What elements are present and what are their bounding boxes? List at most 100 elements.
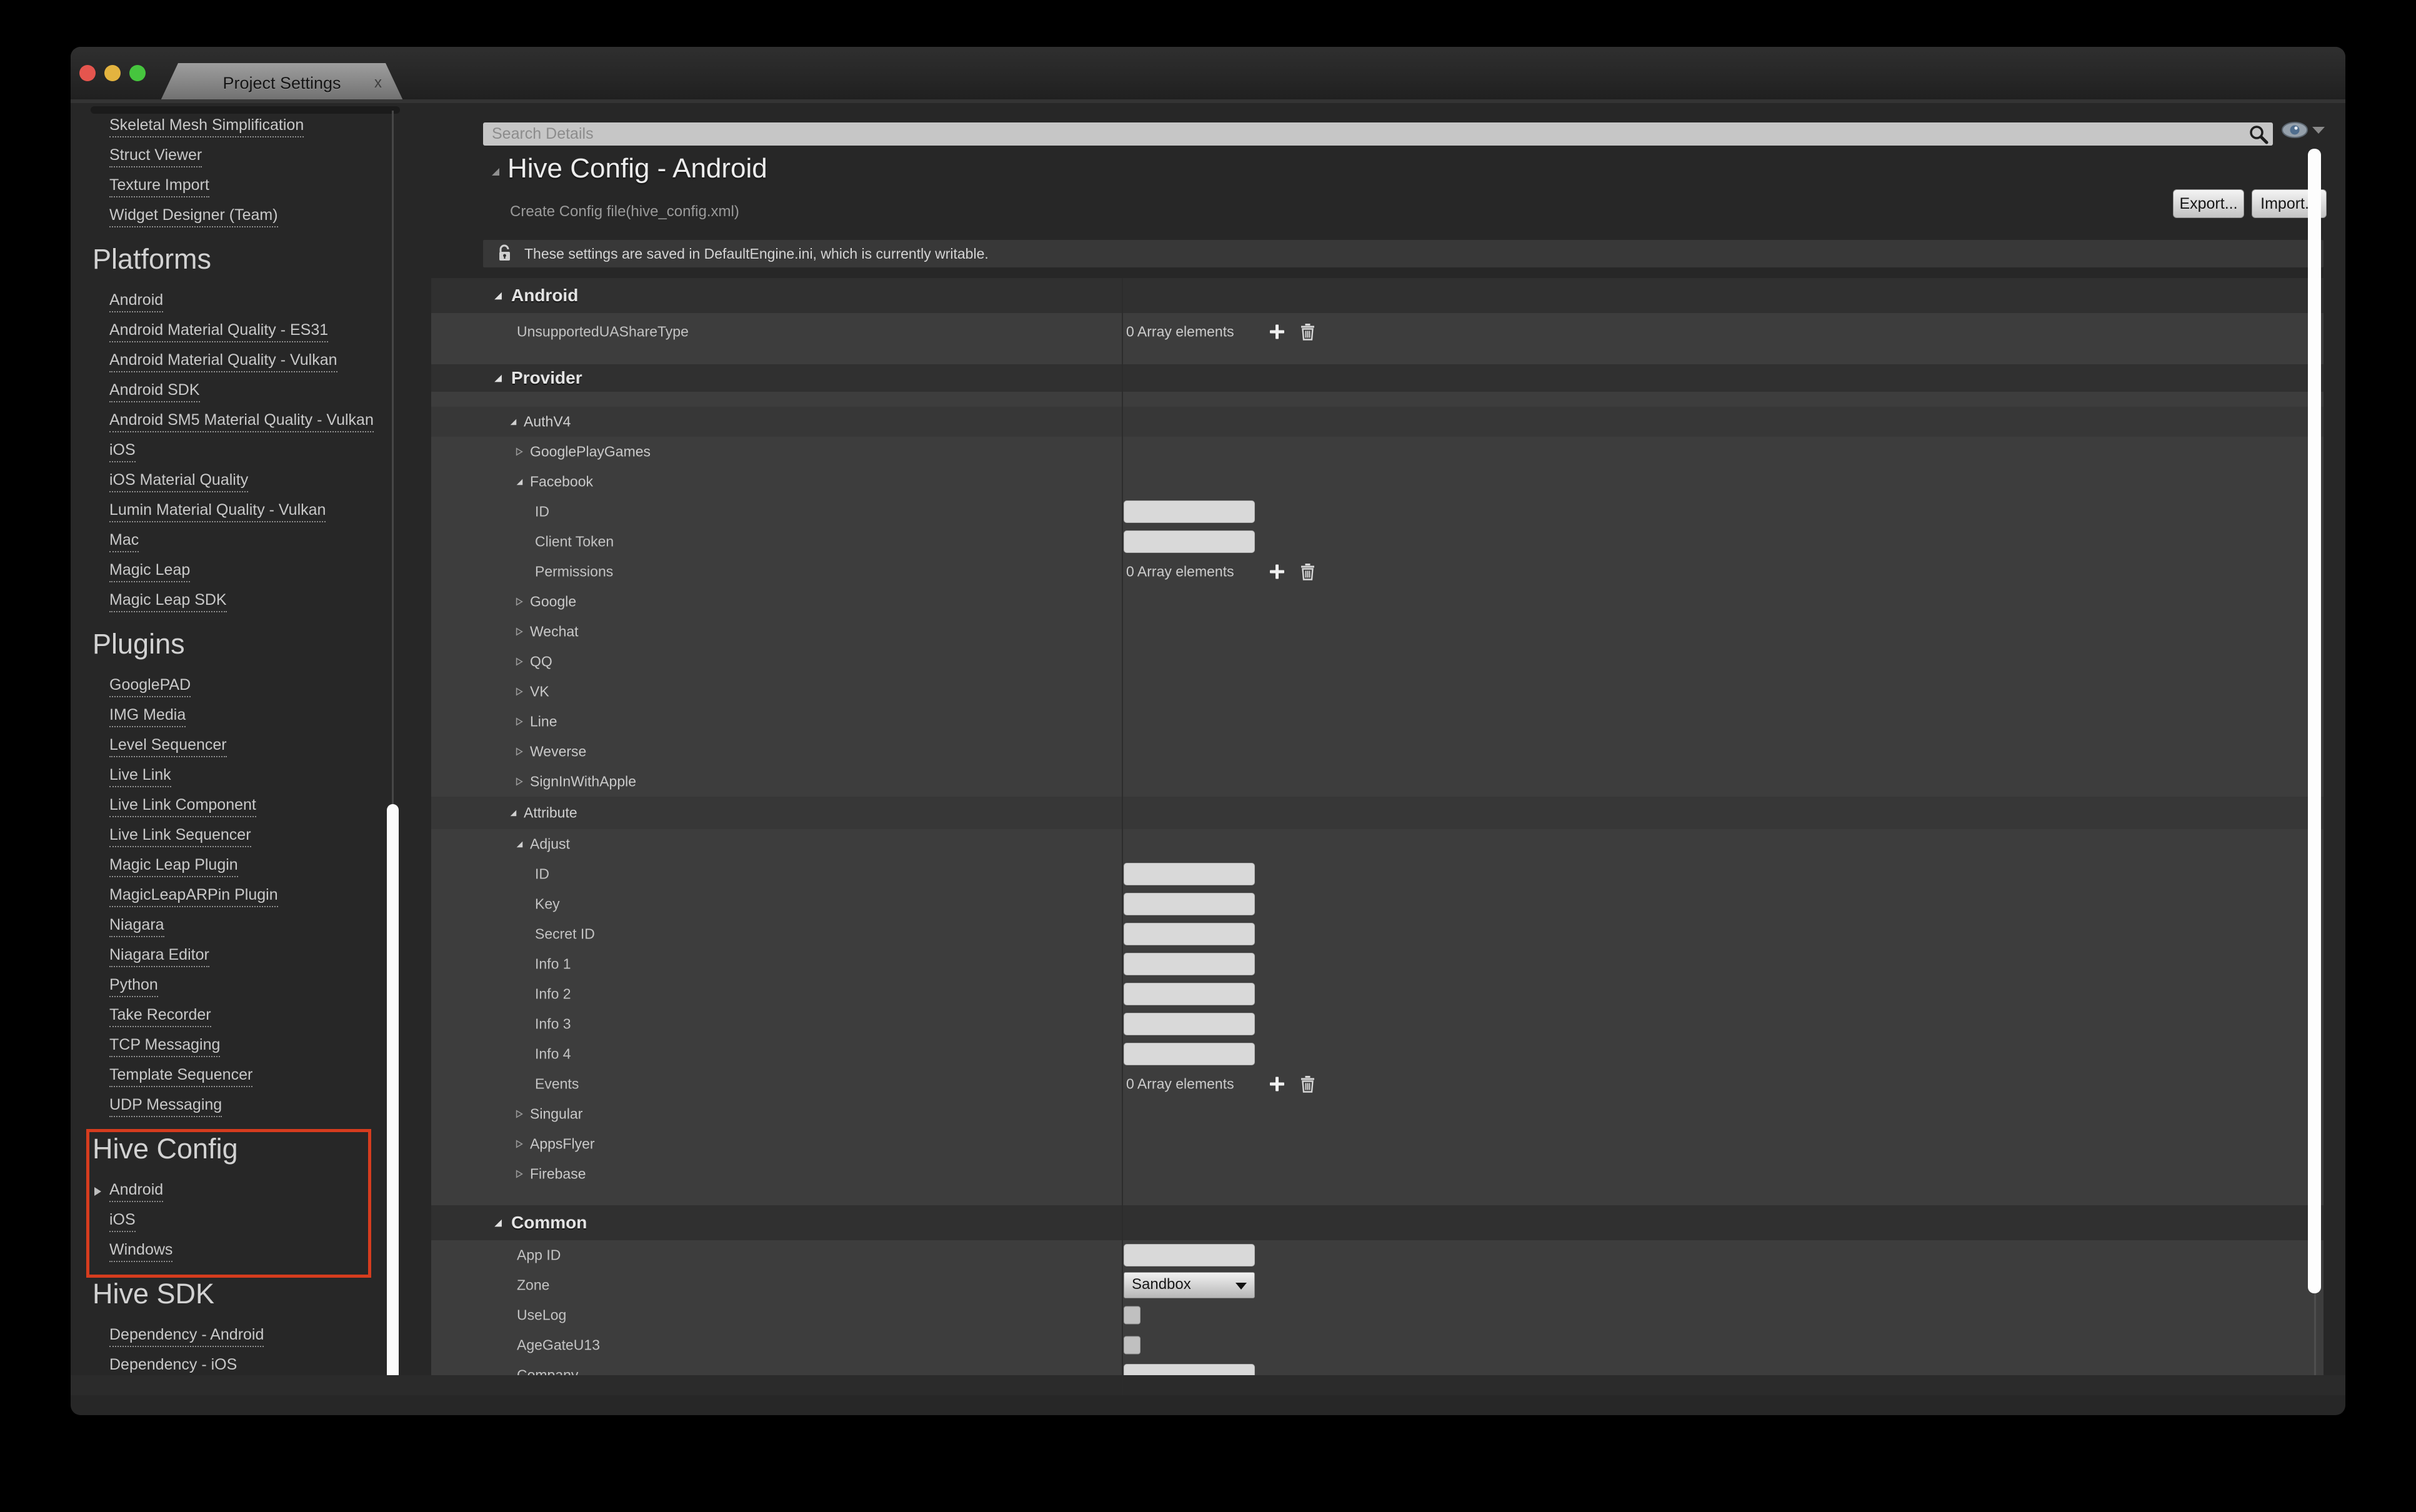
sidebar-item-skeletal-mesh-simplification[interactable]: Skeletal Mesh Simplification (71, 112, 474, 142)
sidebar-item-googlepad[interactable]: GooglePAD (71, 672, 474, 702)
sidebar-item-take-recorder[interactable]: Take Recorder (71, 1002, 474, 1032)
group-row-adjust[interactable]: Adjust (431, 829, 2324, 859)
chevron-collapsed-icon[interactable] (515, 657, 524, 666)
sidebar-item-live-link[interactable]: Live Link (71, 762, 474, 792)
search-input[interactable]: Search Details (483, 122, 2273, 146)
sidebar-item-magicleaparpin-plugin[interactable]: MagicLeapARPin Plugin (71, 882, 474, 912)
close-window-button[interactable] (79, 65, 96, 81)
page-subtitle[interactable]: Create Config file(hive_config.xml) (510, 203, 739, 221)
sidebar-item-niagara[interactable]: Niagara (71, 912, 474, 942)
chevron-collapsed-icon[interactable] (515, 777, 524, 786)
group-row-appsflyer[interactable]: AppsFlyer (431, 1129, 2324, 1159)
text-input-info-1[interactable] (1124, 953, 1255, 975)
add-element-icon[interactable] (1269, 1076, 1285, 1093)
dropdown-zone[interactable]: Sandbox (1124, 1272, 1255, 1298)
expanded-arrow-icon[interactable] (93, 1186, 102, 1197)
section-row-android[interactable]: Android (431, 278, 2324, 313)
chevron-collapsed-icon[interactable] (515, 627, 524, 636)
sidebar-item-mac[interactable]: Mac (71, 527, 474, 557)
sidebar-item-android[interactable]: Android (71, 287, 474, 317)
main-scrollbar-thumb[interactable] (2308, 149, 2321, 1293)
chevron-collapsed-icon[interactable] (515, 1110, 524, 1118)
group-row-signinwithapple[interactable]: SignInWithApple (431, 767, 2324, 797)
sidebar-item-live-link-sequencer[interactable]: Live Link Sequencer (71, 822, 474, 852)
text-input-key[interactable] (1124, 893, 1255, 915)
zoom-window-button[interactable] (129, 65, 146, 81)
chevron-collapsed-icon[interactable] (515, 717, 524, 726)
text-input-client-token[interactable] (1124, 530, 1255, 553)
chevron-collapsed-icon[interactable] (515, 1170, 524, 1178)
section-row-common[interactable]: Common (431, 1205, 2324, 1240)
text-input-id[interactable] (1124, 500, 1255, 523)
chevron-expanded-icon[interactable] (492, 1218, 503, 1228)
sidebar-item-img-media[interactable]: IMG Media (71, 702, 474, 732)
chevron-collapsed-icon[interactable] (515, 747, 524, 756)
view-options-eye-icon[interactable] (2281, 117, 2309, 143)
sidebar-item-live-link-component[interactable]: Live Link Component (71, 792, 474, 822)
group-row-line[interactable]: Line (431, 707, 2324, 737)
chevron-collapsed-icon[interactable] (515, 597, 524, 606)
sidebar-item-android-material-quality-es31[interactable]: Android Material Quality - ES31 (71, 317, 474, 347)
text-input-secret-id[interactable] (1124, 923, 1255, 945)
name-value-divider[interactable] (1122, 278, 1123, 1395)
settings-sidebar[interactable]: Skeletal Mesh SimplificationStruct Viewe… (71, 103, 474, 1395)
text-input-id[interactable] (1124, 863, 1255, 885)
delete-elements-trash-icon[interactable] (1300, 563, 1315, 581)
chevron-collapsed-icon[interactable] (515, 447, 524, 456)
sidebar-item-dependency-android[interactable]: Dependency - Android (71, 1321, 474, 1351)
chevron-expanded-icon[interactable] (509, 417, 517, 426)
minimize-window-button[interactable] (104, 65, 121, 81)
sidebar-scrollbar-thumb[interactable] (387, 804, 399, 1393)
sidebar-item-magic-leap[interactable]: Magic Leap (71, 557, 474, 587)
sidebar-item-magic-leap-sdk[interactable]: Magic Leap SDK (71, 587, 474, 617)
group-row-wechat[interactable]: Wechat (431, 617, 2324, 647)
sidebar-item-lumin-material-quality-vulkan[interactable]: Lumin Material Quality - Vulkan (71, 497, 474, 527)
checkbox-agegateu13[interactable] (1124, 1336, 1141, 1355)
chevron-expanded-icon[interactable] (492, 291, 503, 301)
chevron-expanded-icon[interactable] (492, 373, 503, 384)
page-collapse-icon[interactable] (491, 167, 501, 177)
sidebar-item-ios-material-quality[interactable]: iOS Material Quality (71, 467, 474, 497)
group-row-vk[interactable]: VK (431, 677, 2324, 707)
category-row-authv4[interactable]: AuthV4 (431, 407, 2324, 437)
sidebar-item-template-sequencer[interactable]: Template Sequencer (71, 1062, 474, 1092)
text-input-info-3[interactable] (1124, 1013, 1255, 1035)
delete-elements-trash-icon[interactable] (1300, 1075, 1315, 1093)
sidebar-item-widget-designer-team[interactable]: Widget Designer (Team) (71, 202, 474, 232)
chevron-expanded-icon[interactable] (515, 840, 524, 848)
sidebar-item-python[interactable]: Python (71, 972, 474, 1002)
sidebar-item-android-sm5-material-quality-vulkan[interactable]: Android SM5 Material Quality - Vulkan (71, 407, 474, 437)
category-row-attribute[interactable]: Attribute (431, 797, 2324, 829)
sidebar-item-udp-messaging[interactable]: UDP Messaging (71, 1092, 474, 1122)
add-element-icon[interactable] (1269, 564, 1285, 580)
chevron-collapsed-icon[interactable] (515, 687, 524, 696)
group-row-facebook[interactable]: Facebook (431, 467, 2324, 497)
export-button[interactable]: Export... (2173, 189, 2244, 218)
section-row-provider[interactable]: Provider (431, 364, 2324, 392)
tab-project-settings[interactable]: Project Settings x (159, 63, 404, 103)
view-options-caret-icon[interactable] (2312, 127, 2325, 134)
group-row-google[interactable]: Google (431, 587, 2324, 617)
chevron-expanded-icon[interactable] (515, 477, 524, 486)
sidebar-item-tcp-messaging[interactable]: TCP Messaging (71, 1032, 474, 1062)
sidebar-item-android-sdk[interactable]: Android SDK (71, 377, 474, 407)
delete-elements-trash-icon[interactable] (1300, 323, 1315, 341)
group-row-googleplaygames[interactable]: GooglePlayGames (431, 437, 2324, 467)
chevron-collapsed-icon[interactable] (515, 1140, 524, 1148)
sidebar-item-magic-leap-plugin[interactable]: Magic Leap Plugin (71, 852, 474, 882)
group-row-firebase[interactable]: Firebase (431, 1159, 2324, 1189)
sidebar-item-texture-import[interactable]: Texture Import (71, 172, 474, 202)
sidebar-item-level-sequencer[interactable]: Level Sequencer (71, 732, 474, 762)
sidebar-item-android-material-quality-vulkan[interactable]: Android Material Quality - Vulkan (71, 347, 474, 377)
text-input-info-2[interactable] (1124, 983, 1255, 1005)
sidebar-item-ios[interactable]: iOS (71, 1206, 474, 1236)
sidebar-item-android[interactable]: Android (71, 1176, 474, 1206)
tab-close-icon[interactable]: x (374, 74, 382, 92)
chevron-expanded-icon[interactable] (509, 808, 517, 817)
sidebar-item-struct-viewer[interactable]: Struct Viewer (71, 142, 474, 172)
text-input-info-4[interactable] (1124, 1043, 1255, 1065)
text-input-app-id[interactable] (1124, 1244, 1255, 1266)
group-row-singular[interactable]: Singular (431, 1099, 2324, 1129)
checkbox-uselog[interactable] (1124, 1306, 1141, 1325)
group-row-qq[interactable]: QQ (431, 647, 2324, 677)
